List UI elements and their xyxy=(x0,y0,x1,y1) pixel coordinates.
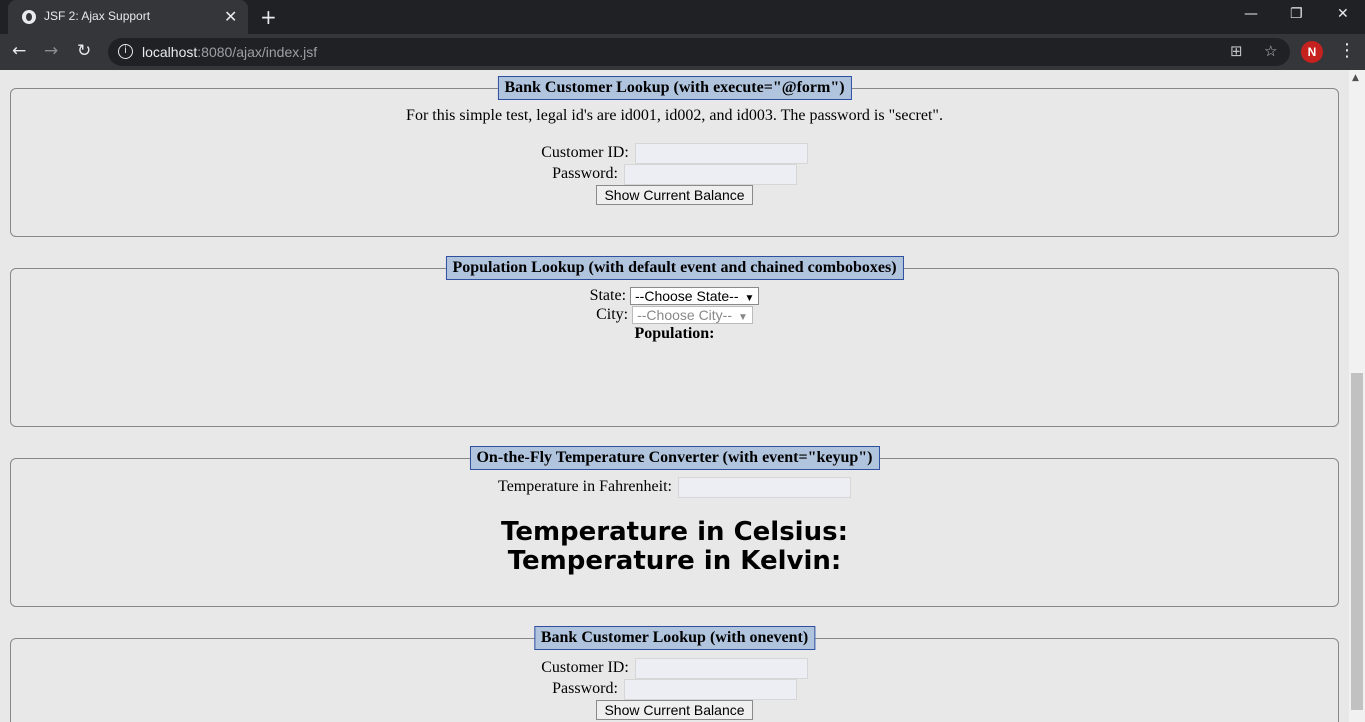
population-lookup-panel: Population Lookup (with default event an… xyxy=(10,256,1339,427)
bank-lookup-form-panel: Bank Customer Lookup (with execute="@for… xyxy=(10,76,1339,237)
state-select-value: --Choose State-- xyxy=(635,288,739,305)
bank-lookup-onevent-panel: Bank Customer Lookup (with onevent) Cust… xyxy=(10,626,1339,722)
vertical-scrollbar[interactable]: ▲ xyxy=(1349,70,1365,722)
button-row: Show Current Balance xyxy=(11,185,1338,205)
password-row: Password: xyxy=(11,164,1338,185)
back-icon[interactable]: ← xyxy=(12,41,26,61)
password-row: Password: xyxy=(11,679,1338,700)
password-label: Password: xyxy=(552,165,618,183)
state-row: State: --Choose State-- ▼ xyxy=(11,287,1338,306)
customer-id-label: Customer ID: xyxy=(541,659,629,677)
city-row: City: --Choose City-- ▼ xyxy=(11,306,1338,325)
scroll-thumb[interactable] xyxy=(1351,373,1363,710)
chevron-down-icon: ▼ xyxy=(738,312,748,324)
state-label: State: xyxy=(589,287,627,304)
panel-legend: On-the-Fly Temperature Converter (with e… xyxy=(469,446,880,470)
star-icon[interactable]: ☆ xyxy=(1264,42,1277,60)
url-path: :8080/ajax/index.jsf xyxy=(197,44,318,60)
window-close-icon[interactable]: ✕ xyxy=(1337,6,1349,22)
kelvin-result: Temperature in Kelvin: xyxy=(507,546,842,576)
translate-icon[interactable]: ⊞ xyxy=(1230,42,1243,60)
scroll-up-icon[interactable]: ▲ xyxy=(1352,73,1359,83)
browser-toolbar: ← → ↻ i localhost:8080/ajax/index.jsf ⊞ … xyxy=(0,34,1365,70)
minimize-icon[interactable]: — xyxy=(1244,6,1258,22)
browser-tab[interactable]: JSF 2: Ajax Support ✕ xyxy=(8,0,248,34)
show-balance-button[interactable]: Show Current Balance xyxy=(596,700,753,720)
reload-icon[interactable]: ↻ xyxy=(77,41,91,61)
url-text: localhost:8080/ajax/index.jsf xyxy=(142,44,317,60)
panel-legend: Bank Customer Lookup (with onevent) xyxy=(533,626,816,650)
password-input[interactable] xyxy=(623,164,797,185)
city-label: City: xyxy=(596,306,629,323)
customer-id-label: Customer ID: xyxy=(541,144,629,162)
browser-tabstrip: JSF 2: Ajax Support ✕ + — ❐ ✕ xyxy=(0,0,1365,34)
info-icon[interactable]: i xyxy=(118,44,133,59)
page-viewport: Bank Customer Lookup (with execute="@for… xyxy=(0,70,1349,722)
tab-title: JSF 2: Ajax Support xyxy=(44,9,151,23)
close-tab-icon[interactable]: ✕ xyxy=(224,7,237,26)
state-select[interactable]: --Choose State-- ▼ xyxy=(630,287,760,306)
city-select-value: --Choose City-- xyxy=(637,307,732,324)
fahrenheit-input[interactable] xyxy=(677,477,851,498)
customer-id-row: Customer ID: xyxy=(11,143,1338,164)
url-host: localhost xyxy=(142,44,198,60)
temperature-converter-panel: On-the-Fly Temperature Converter (with e… xyxy=(10,446,1339,607)
show-balance-button[interactable]: Show Current Balance xyxy=(596,185,753,205)
new-tab-icon[interactable]: + xyxy=(260,5,277,29)
restore-icon[interactable]: ❐ xyxy=(1290,6,1303,22)
chevron-down-icon: ▼ xyxy=(744,293,755,305)
instructions-text: For this simple test, legal id's are id0… xyxy=(406,107,943,124)
panel-legend: Population Lookup (with default event an… xyxy=(445,256,904,280)
fahrenheit-row: Temperature in Fahrenheit: xyxy=(11,477,1338,498)
celsius-result: Temperature in Celsius: xyxy=(501,517,848,547)
customer-id-input[interactable] xyxy=(634,143,808,164)
city-select[interactable]: --Choose City-- ▼ xyxy=(632,306,753,325)
password-label: Password: xyxy=(552,680,618,698)
panel-legend: Bank Customer Lookup (with execute="@for… xyxy=(497,76,852,100)
button-row: Show Current Balance xyxy=(11,700,1338,720)
forward-icon[interactable]: → xyxy=(44,41,58,61)
customer-id-row: Customer ID: xyxy=(11,658,1338,679)
address-bar[interactable]: i localhost:8080/ajax/index.jsf ⊞ ☆ xyxy=(108,38,1290,66)
fahrenheit-label: Temperature in Fahrenheit: xyxy=(498,478,672,496)
globe-icon xyxy=(22,10,36,24)
customer-id-input[interactable] xyxy=(634,658,808,679)
avatar[interactable]: N xyxy=(1301,41,1323,63)
population-label: Population: xyxy=(634,325,715,342)
password-input[interactable] xyxy=(623,679,797,700)
menu-icon[interactable]: ⋮ xyxy=(1338,40,1356,61)
